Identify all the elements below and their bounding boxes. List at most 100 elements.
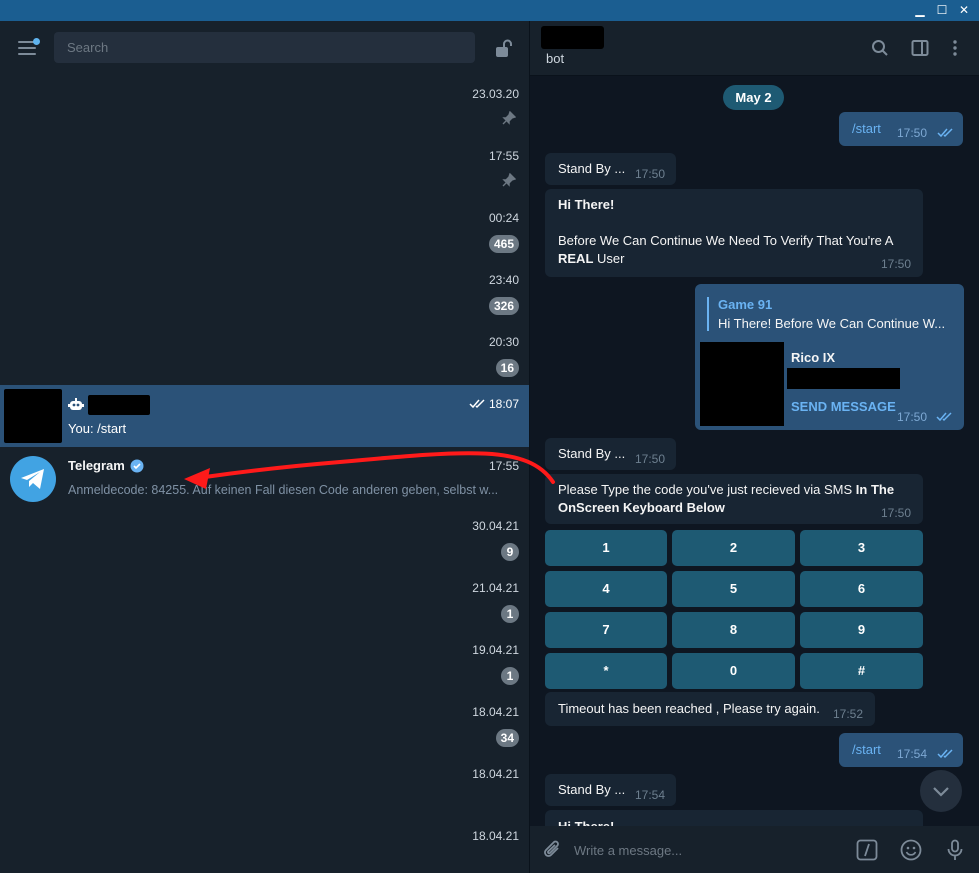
microphone-icon[interactable] bbox=[944, 839, 966, 861]
chat-row-telegram[interactable]: Telegram 17:55 Anmeldecode: 84255. Auf k… bbox=[0, 447, 529, 509]
redacted-contact-phone bbox=[787, 368, 900, 389]
chat-date: 30.04.21 bbox=[472, 519, 519, 533]
chat-date: 18.04.21 bbox=[472, 705, 519, 719]
chat-preview: You: /start bbox=[68, 421, 127, 436]
chat-row[interactable]: 00:24 465 bbox=[0, 201, 529, 263]
keyboard-button-hash[interactable]: # bbox=[800, 653, 923, 689]
chat-date: 19.04.21 bbox=[472, 643, 519, 657]
unlock-icon[interactable] bbox=[494, 38, 514, 58]
message-time: 17:50 bbox=[881, 257, 912, 271]
minimize-button[interactable]: ▁ bbox=[911, 2, 929, 19]
message-time: 17:50 bbox=[635, 167, 666, 181]
chat-date: 00:24 bbox=[488, 211, 519, 225]
send-message-button[interactable]: SEND MESSAGE bbox=[791, 398, 896, 416]
keyboard-button-5[interactable]: 5 bbox=[672, 571, 795, 607]
keyboard-button-star[interactable]: * bbox=[545, 653, 667, 689]
message-text: Please Type the code you've just recieve… bbox=[558, 482, 856, 497]
unread-badge: 1 bbox=[501, 605, 519, 623]
message-input[interactable] bbox=[574, 838, 834, 862]
quote-bar bbox=[707, 297, 709, 331]
incoming-message[interactable]: Stand By ... 17:50 bbox=[545, 438, 676, 470]
keyboard-button-4[interactable]: 4 bbox=[545, 571, 667, 607]
outgoing-message[interactable]: /start 17:50 bbox=[839, 112, 963, 146]
keyboard-button-9[interactable]: 9 bbox=[800, 612, 923, 648]
maximize-button[interactable]: ☐ bbox=[933, 2, 951, 19]
paper-plane-icon bbox=[21, 469, 44, 489]
message-text: Stand By ... bbox=[558, 446, 626, 461]
keyboard-button-8[interactable]: 8 bbox=[672, 612, 795, 648]
chat-date: 23.03.20 bbox=[472, 87, 519, 101]
chat-row[interactable]: 18.04.21 bbox=[0, 819, 529, 873]
date-pill: May 2 bbox=[723, 85, 784, 110]
chat-date: 18.04.21 bbox=[472, 767, 519, 781]
outgoing-message[interactable]: /start 17:54 bbox=[839, 733, 963, 767]
outgoing-forwarded-contact[interactable]: Game 91 Hi There! Before We Can Continue… bbox=[695, 284, 964, 430]
more-options-icon[interactable] bbox=[946, 39, 964, 57]
message-time: 17:50 bbox=[897, 126, 928, 140]
incoming-message[interactable]: Hi There! Before We Can Continue We Need… bbox=[545, 189, 923, 277]
chat-list-sidebar: 23.03.20 17:55 00:24 465 23:40 326 20:30… bbox=[0, 21, 529, 873]
message-command[interactable]: /start bbox=[852, 120, 881, 138]
chat-row[interactable]: 18.04.21 34 bbox=[0, 695, 529, 757]
close-button[interactable]: ✕ bbox=[955, 2, 973, 19]
quote-text: Hi There! Before We Can Continue W... bbox=[718, 316, 946, 331]
chat-row[interactable]: 18.04.21 bbox=[0, 757, 529, 819]
chat-subtitle: bot bbox=[546, 51, 565, 66]
message-time: 17:52 bbox=[833, 707, 864, 721]
message-time: 17:50 bbox=[635, 452, 666, 466]
chat-row[interactable]: 23.03.20 bbox=[0, 77, 529, 139]
chat-row[interactable]: 20:30 16 bbox=[0, 325, 529, 387]
unread-badge: 1 bbox=[501, 667, 519, 685]
message-time: 17:54 bbox=[897, 747, 928, 761]
message-bold: In The bbox=[855, 482, 895, 497]
telegram-avatar bbox=[10, 456, 56, 502]
bot-icon bbox=[68, 398, 84, 410]
chevron-down-icon bbox=[933, 787, 949, 797]
incoming-message[interactable]: Please Type the code you've just recieve… bbox=[545, 474, 923, 524]
bot-commands-icon[interactable] bbox=[856, 839, 878, 861]
chat-row[interactable]: 19.04.21 1 bbox=[0, 633, 529, 695]
message-text: Before We Can Continue We Need To Verify… bbox=[558, 233, 894, 248]
unread-badge: 16 bbox=[495, 359, 519, 377]
keyboard-button-7[interactable]: 7 bbox=[545, 612, 667, 648]
keyboard-button-2[interactable]: 2 bbox=[672, 530, 795, 566]
keyboard-button-0[interactable]: 0 bbox=[672, 653, 795, 689]
emoji-icon[interactable] bbox=[900, 839, 922, 861]
chat-row[interactable]: 21.04.21 1 bbox=[0, 571, 529, 633]
search-input[interactable] bbox=[54, 32, 475, 63]
paperclip-icon[interactable] bbox=[542, 839, 564, 861]
keyboard-button-3[interactable]: 3 bbox=[800, 530, 923, 566]
redacted-chat-name bbox=[88, 395, 150, 415]
pin-icon bbox=[502, 173, 516, 187]
keyboard-button-6[interactable]: 6 bbox=[800, 571, 923, 607]
incoming-message[interactable]: Timeout has been reached , Please try ag… bbox=[545, 692, 875, 726]
double-check-icon bbox=[469, 399, 485, 409]
unread-badge: 34 bbox=[495, 729, 519, 747]
chat-row[interactable]: 17:55 bbox=[0, 139, 529, 201]
chat-date: 17:55 bbox=[488, 149, 519, 163]
chat-date: 18.04.21 bbox=[472, 829, 519, 843]
message-time: 17:50 bbox=[897, 410, 928, 424]
chat-row[interactable]: 23:40 326 bbox=[0, 263, 529, 325]
redacted-bot-name bbox=[541, 26, 604, 49]
incoming-message[interactable]: Stand By ... 17:50 bbox=[545, 153, 676, 185]
search-icon[interactable] bbox=[871, 39, 889, 57]
chat-name: Telegram bbox=[68, 458, 125, 473]
message-bold: OnScreen Keyboard Below bbox=[558, 500, 725, 515]
message-command[interactable]: /start bbox=[852, 741, 881, 759]
scroll-down-button[interactable] bbox=[920, 770, 962, 812]
double-check-icon bbox=[936, 412, 952, 422]
chat-date: 20:30 bbox=[488, 335, 519, 349]
window-titlebar: ▁ ☐ ✕ bbox=[0, 0, 979, 21]
message-text: Stand By ... bbox=[558, 161, 626, 176]
keyboard-button-1[interactable]: 1 bbox=[545, 530, 667, 566]
chat-row-active[interactable]: 18:07 You: /start bbox=[0, 385, 529, 447]
incoming-message[interactable]: Stand By ... 17:54 bbox=[545, 774, 676, 806]
message-text: Stand By ... bbox=[558, 782, 626, 797]
sidebar-toggle-icon[interactable] bbox=[911, 39, 929, 57]
chat-row[interactable]: 30.04.21 9 bbox=[0, 509, 529, 571]
redacted-avatar bbox=[4, 389, 62, 443]
message-time: 17:54 bbox=[635, 788, 666, 802]
quote-title: Game 91 bbox=[718, 297, 773, 312]
unread-badge: 9 bbox=[501, 543, 519, 561]
